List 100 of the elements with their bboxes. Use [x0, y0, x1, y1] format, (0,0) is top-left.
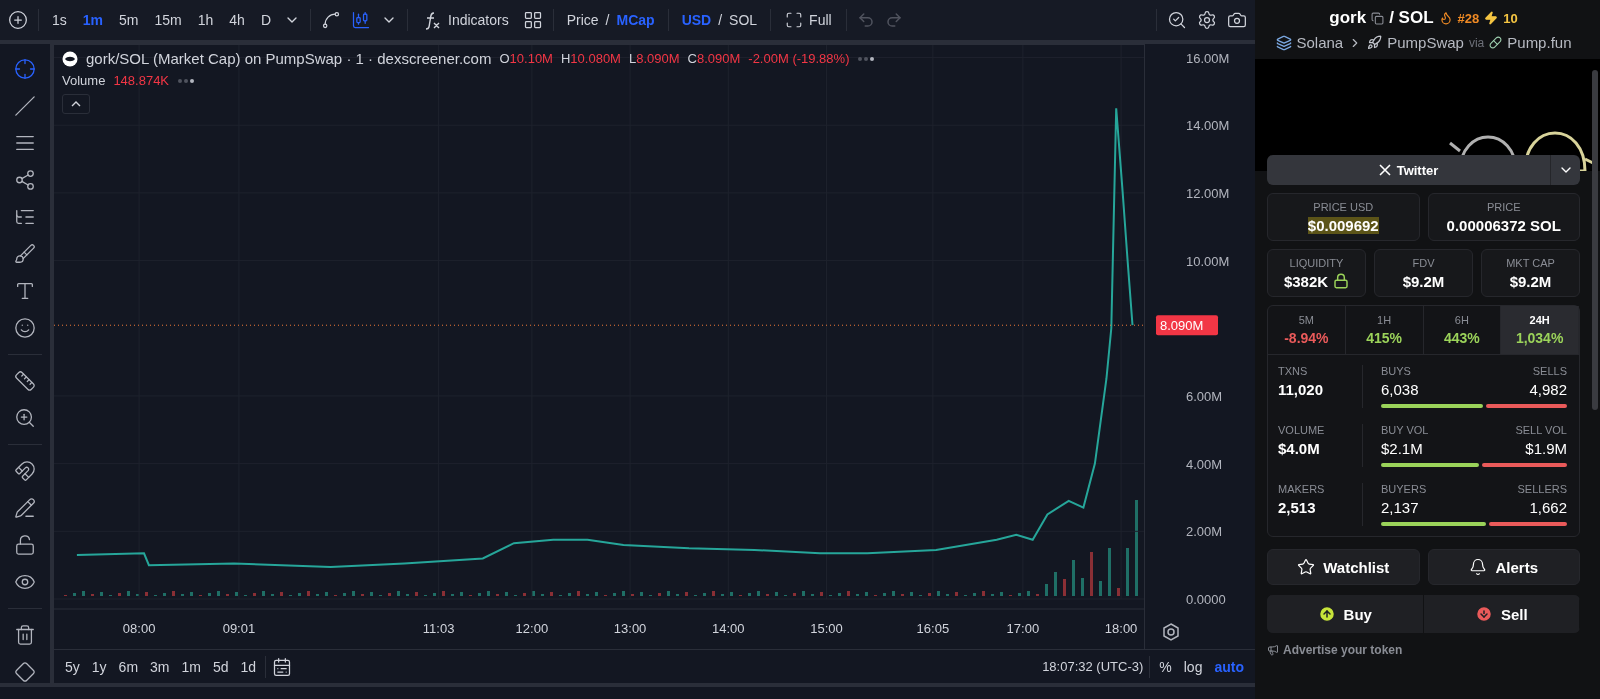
separator: /: [718, 12, 723, 28]
interval-button[interactable]: 4h: [226, 10, 248, 30]
axis-label: 12:00: [515, 621, 549, 636]
pill-icon: [1489, 36, 1503, 49]
ohlc-value: H10.080M: [560, 51, 621, 66]
stat-label: SELLS: [1532, 365, 1567, 377]
layout-icon[interactable]: [522, 10, 543, 30]
range-button[interactable]: 5d: [209, 656, 232, 677]
stat-label: TXNS: [1278, 365, 1309, 377]
scale-option[interactable]: %: [1156, 656, 1175, 677]
pencil-lock-icon[interactable]: [14, 497, 36, 519]
unlock-icon[interactable]: [14, 534, 36, 556]
boost-count: 10: [1503, 10, 1518, 26]
price-tag: 8.090M: [1156, 315, 1218, 336]
axis-label: 16:05: [916, 621, 950, 636]
text-icon[interactable]: [14, 280, 36, 302]
calendar-icon[interactable]: [272, 656, 293, 677]
interval-button[interactable]: 1h: [194, 10, 217, 30]
range-button[interactable]: 1m: [178, 656, 204, 677]
range-button[interactable]: 6m: [115, 656, 142, 677]
scale-option[interactable]: log: [1180, 656, 1206, 677]
range-button[interactable]: 1d: [237, 656, 260, 677]
star-icon: [1297, 558, 1316, 576]
range-button[interactable]: 5y: [62, 656, 83, 677]
axis-label: 12.00M: [1186, 185, 1230, 201]
axis-label: 0.0000: [1186, 592, 1226, 607]
bolt-icon: [1484, 11, 1499, 25]
stat-value: $1.9M: [1525, 440, 1567, 457]
stat-value: 2,137: [1381, 499, 1419, 516]
magnet-icon[interactable]: [14, 460, 36, 482]
diamond-icon[interactable]: [14, 661, 36, 683]
copy-icon[interactable]: [1371, 11, 1385, 25]
bell-icon: [1469, 558, 1488, 576]
axis-label: 11:03: [422, 621, 455, 636]
nodes-icon[interactable]: [14, 169, 36, 191]
period-tab[interactable]: 24H 1,034%: [1501, 306, 1579, 354]
scale-option[interactable]: auto: [1211, 656, 1247, 677]
arrow-down-icon: [1474, 605, 1493, 623]
line-icon[interactable]: [14, 95, 36, 117]
stat-label: SELL VOL: [1515, 424, 1567, 436]
settings-icon[interactable]: [1163, 623, 1179, 641]
stat-label: BUY VOL: [1381, 424, 1429, 436]
axis-label: 14.00M: [1186, 118, 1230, 134]
buy-button[interactable]: Buy: [1267, 595, 1424, 633]
candlestick-icon[interactable]: [351, 10, 371, 30]
change-value: -2.00M (-19.88%): [748, 51, 850, 66]
price-label: PRICE: [1486, 200, 1521, 213]
token-name: gork: [1329, 8, 1367, 28]
interval-button[interactable]: 15m: [151, 10, 185, 30]
metric-value: $9.2M: [1509, 272, 1552, 290]
zoom-in-icon[interactable]: [14, 407, 36, 429]
price-value: 0.00006372 SOL: [1446, 216, 1561, 234]
stat-label: SELLERS: [1517, 483, 1567, 495]
period-tab[interactable]: 5M -8.94%: [1268, 306, 1346, 354]
price-label: PRICE USD: [1313, 200, 1374, 213]
axis-label: 15:00: [810, 621, 843, 636]
interval-button[interactable]: 5m: [116, 10, 142, 30]
range-button[interactable]: 3m: [147, 656, 173, 677]
trash-icon[interactable]: [14, 624, 36, 646]
fullscreen-button[interactable]: Full: [781, 9, 836, 31]
currency-option[interactable]: SOL: [726, 10, 761, 30]
settings-icon[interactable]: [1197, 10, 1217, 30]
stat-label: VOLUME: [1278, 424, 1326, 436]
watchlist-button[interactable]: Watchlist: [1267, 549, 1420, 585]
metric-value: $382K: [1283, 272, 1329, 290]
alerts-button[interactable]: Alerts: [1427, 549, 1580, 585]
advertise-link[interactable]: Advertise your token: [1267, 643, 1580, 657]
stat-label: BUYERS: [1381, 483, 1427, 495]
value-mode-option[interactable]: MCap: [613, 10, 658, 30]
axis-label: 14:00: [712, 621, 745, 636]
smiley-icon[interactable]: [14, 317, 36, 339]
separator: /: [605, 12, 610, 28]
via-text: via: [1468, 35, 1485, 50]
crosshair-icon[interactable]: [14, 58, 36, 80]
x-logo-icon: [1378, 164, 1391, 176]
rocket-icon: [1367, 35, 1383, 50]
currency-option[interactable]: USD: [678, 10, 715, 30]
metric-label: FDV: [1412, 256, 1435, 269]
chart-title: gork/SOL (Market Cap) on PumpSwap · 1 · dexscreener.com: [86, 50, 492, 67]
collapse-button[interactable]: [62, 94, 90, 114]
brush-icon[interactable]: [14, 243, 36, 265]
axis-label: 13:00: [613, 621, 647, 636]
axis-label: 2.00M: [1186, 524, 1223, 540]
range-button[interactable]: 1y: [88, 656, 110, 677]
period-tab[interactable]: 1H 415%: [1345, 306, 1424, 354]
quick-search-icon[interactable]: [1167, 10, 1187, 30]
camera-icon[interactable]: [1227, 10, 1247, 30]
line-chart-icon[interactable]: [321, 10, 341, 30]
indicators-button[interactable]: Indicators: [418, 8, 513, 32]
megaphone-icon: [1267, 644, 1279, 656]
interval-button[interactable]: D: [257, 10, 274, 30]
axis-label: 18:00: [1104, 621, 1138, 636]
ohlc-value: O10.10M: [499, 51, 553, 66]
interval-button[interactable]: 1s: [49, 10, 70, 30]
ruler-icon[interactable]: [14, 370, 36, 392]
interval-button[interactable]: 1m: [79, 10, 107, 30]
metric-label: LIQUIDITY: [1289, 256, 1344, 269]
value-mode-option[interactable]: Price: [563, 10, 602, 30]
volume-label: Volume: [62, 73, 106, 88]
add-icon[interactable]: [8, 10, 28, 30]
